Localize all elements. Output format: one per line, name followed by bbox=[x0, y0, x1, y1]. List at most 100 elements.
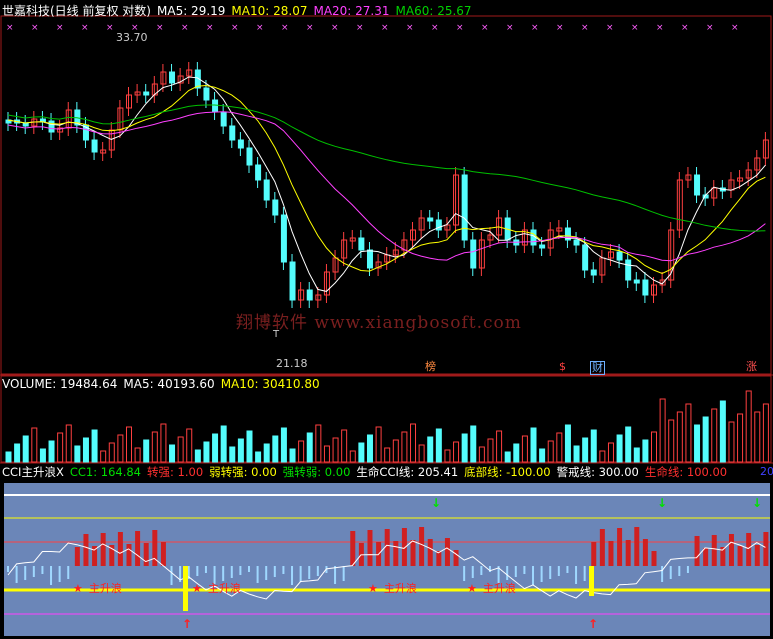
vol-ma10-value: MA10: 30410.80 bbox=[220, 377, 320, 391]
volume-bar bbox=[633, 447, 640, 463]
volume-bar bbox=[151, 431, 158, 463]
cci-bar bbox=[222, 566, 225, 581]
candle bbox=[48, 120, 55, 133]
candle bbox=[143, 91, 150, 96]
cci-bar bbox=[393, 541, 399, 566]
cci-bar bbox=[480, 566, 483, 575]
candle bbox=[625, 259, 632, 281]
star-icon: ★ bbox=[368, 582, 378, 595]
volume-bar bbox=[332, 437, 339, 463]
x-marker: × bbox=[31, 23, 39, 33]
volume-bar bbox=[255, 451, 262, 463]
ma60-line bbox=[7, 104, 766, 232]
volume-bar bbox=[306, 432, 313, 463]
volume-bar bbox=[573, 445, 580, 463]
x-marker: × bbox=[706, 23, 714, 33]
cci-header: CCI主升浪X CC1: 164.84 转强: 1.00 弱转强: 0.00 强转弱: … bbox=[2, 465, 733, 479]
cci-bar bbox=[308, 566, 311, 579]
volume-bar bbox=[685, 403, 692, 463]
volume-bar bbox=[453, 441, 460, 463]
volume-bar bbox=[504, 451, 511, 463]
cci-corner-value: 20 bbox=[760, 465, 773, 478]
volume-bar bbox=[263, 443, 270, 463]
cci-bar bbox=[669, 566, 672, 579]
volume-bar bbox=[470, 425, 477, 463]
cci-bar bbox=[506, 566, 509, 580]
volume-bar bbox=[427, 436, 434, 463]
cci-bar bbox=[204, 566, 207, 573]
ma10-line bbox=[7, 84, 766, 275]
x-marker: × bbox=[481, 23, 489, 33]
volume-bar bbox=[134, 447, 141, 463]
volume-bar bbox=[298, 440, 305, 463]
badge-cai[interactable]: 财 bbox=[590, 361, 605, 375]
volume-bar bbox=[461, 433, 468, 463]
x-marker: × bbox=[306, 23, 314, 33]
star-icon: ★ bbox=[73, 582, 83, 595]
candle bbox=[246, 147, 253, 166]
volume-bar bbox=[444, 449, 451, 463]
x-marker: × bbox=[256, 23, 264, 33]
volume-bar bbox=[694, 424, 701, 463]
cci-bar bbox=[265, 566, 268, 580]
volume-bar bbox=[323, 445, 330, 463]
volume-bar bbox=[212, 433, 219, 463]
volume-bar bbox=[745, 390, 752, 463]
volume-bar bbox=[762, 403, 769, 463]
star-label-text: 主升浪 bbox=[88, 582, 122, 595]
volume-bar bbox=[564, 424, 571, 463]
volume-bar bbox=[366, 434, 373, 463]
volume-bar bbox=[39, 448, 46, 463]
cci-name: CCI主升浪X bbox=[2, 465, 64, 479]
cci-bar bbox=[100, 533, 106, 566]
down-arrow-icon: ↓ bbox=[431, 496, 442, 510]
stock-chart-window[interactable]: × × × × × × × × × × × × × × × × × × × × × × × × × × × × × × 世嘉科技(日线 前… bbox=[0, 0, 773, 639]
jingjie-value: 警戒线: 300.00 bbox=[556, 465, 639, 479]
volume-bar bbox=[82, 437, 89, 463]
volume-bar bbox=[5, 451, 12, 463]
volume-bar bbox=[108, 442, 115, 463]
volume-bar bbox=[74, 445, 81, 463]
volume-bar bbox=[315, 424, 322, 463]
cci-bar bbox=[15, 566, 18, 583]
x-marker: × bbox=[106, 23, 114, 33]
badge-bang[interactable]: 榜 bbox=[424, 361, 437, 373]
cci-bar bbox=[591, 542, 597, 566]
volume-bar bbox=[143, 439, 150, 463]
cci-bar bbox=[334, 566, 337, 584]
cci-bar bbox=[754, 545, 760, 566]
candle bbox=[539, 244, 546, 249]
signal-bar bbox=[183, 566, 188, 611]
candle bbox=[694, 174, 701, 196]
cci-bar bbox=[135, 531, 141, 566]
cci-bar bbox=[523, 566, 526, 574]
volume-bar bbox=[375, 426, 382, 463]
cci-bar bbox=[247, 566, 250, 572]
volume-bar bbox=[719, 400, 726, 463]
volume-bar bbox=[272, 435, 279, 463]
volume-bar bbox=[668, 419, 675, 463]
volume-bar bbox=[401, 431, 408, 463]
cci-bar bbox=[316, 566, 319, 576]
candle bbox=[229, 125, 236, 141]
cci-bar bbox=[160, 542, 166, 566]
up-arrow-icon: ↑ bbox=[182, 617, 193, 631]
candle bbox=[590, 269, 597, 276]
volume-header: VOLUME: 19484.64 MA5: 40193.60 MA10: 30410… bbox=[2, 377, 326, 391]
cci-bar bbox=[67, 566, 70, 579]
volume-bar bbox=[435, 428, 442, 463]
candle bbox=[616, 251, 623, 261]
volume-bar bbox=[582, 437, 589, 463]
cci-bar bbox=[41, 566, 44, 574]
shengming-value: 生命线: 100.00 bbox=[644, 465, 728, 479]
badge-dollar[interactable]: $ bbox=[558, 361, 567, 373]
x-marker: × bbox=[431, 23, 439, 33]
cci-bar bbox=[83, 534, 89, 566]
volume-bar bbox=[31, 427, 38, 463]
volume-bar bbox=[711, 408, 718, 463]
badge-zhang[interactable]: 涨 bbox=[745, 361, 758, 373]
candle bbox=[220, 111, 227, 127]
cci-bar bbox=[540, 566, 543, 582]
candle bbox=[289, 261, 296, 301]
candle bbox=[22, 122, 29, 127]
